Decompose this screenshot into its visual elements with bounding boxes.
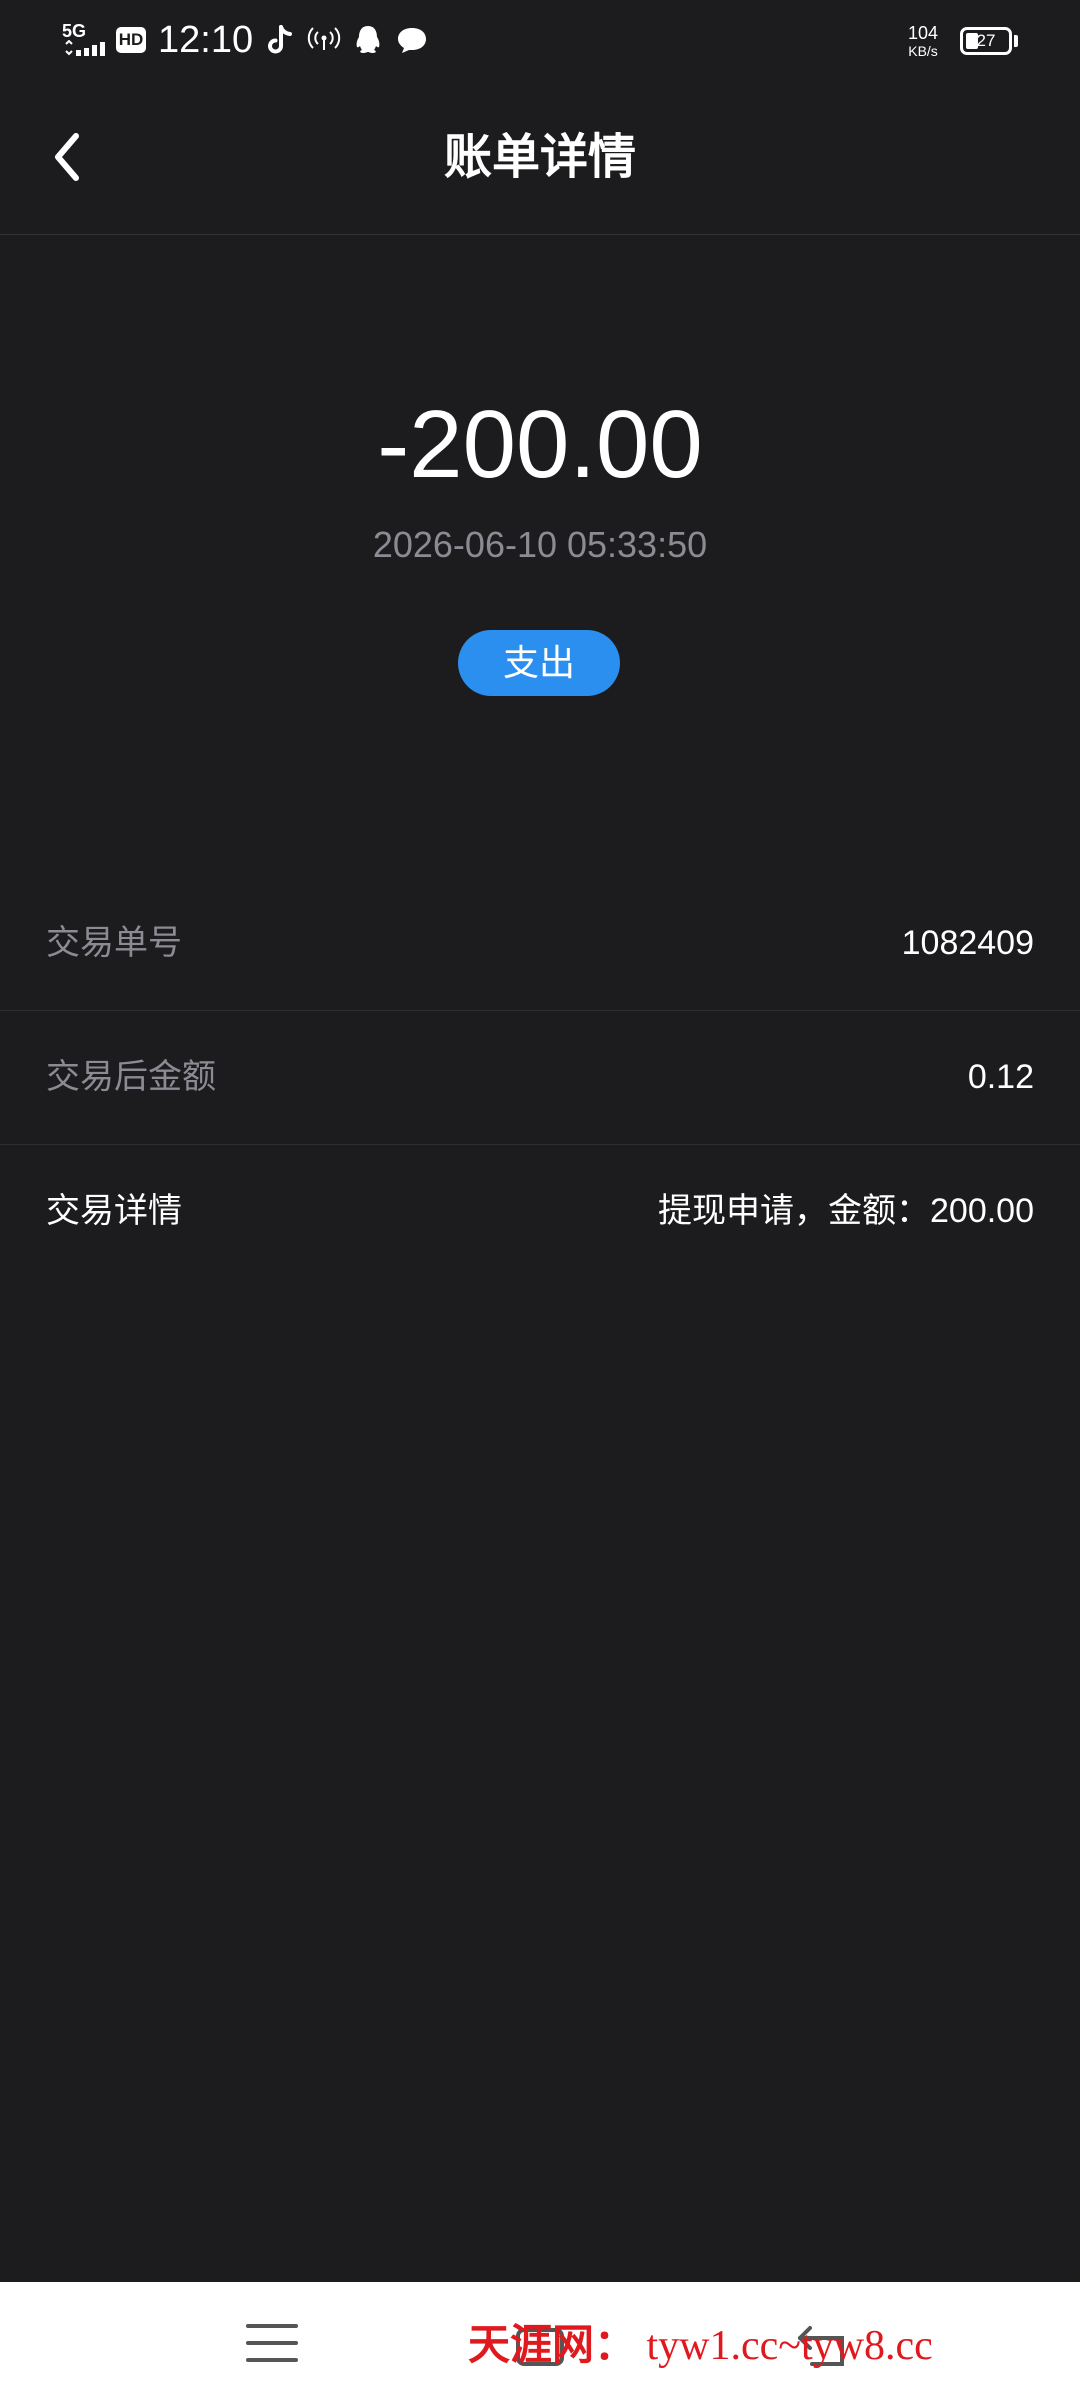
detail-label: 交易详情 xyxy=(46,1192,182,1230)
network-speed: 104 KB/s xyxy=(908,24,938,60)
app-header: 账单详情 xyxy=(0,80,1080,235)
signal-icon xyxy=(65,40,105,56)
hotspot-icon xyxy=(307,27,341,50)
detail-label: 交易后金额 xyxy=(46,1058,216,1096)
detail-value: 0.12 xyxy=(967,1058,1034,1096)
watermark: 天涯网： tyw1.cc~tyw8.cc xyxy=(468,2318,1080,2378)
chat-bubble-icon xyxy=(398,28,426,53)
transaction-amount: -200.00 xyxy=(377,391,703,498)
battery-tip xyxy=(1014,35,1018,47)
hd-icon: HD xyxy=(116,27,146,53)
detail-row-description: 交易详情 提现申请，金额：200.00 xyxy=(0,1144,1080,1278)
transaction-type-badge: 支出 xyxy=(458,630,620,696)
speed-value: 104 xyxy=(908,23,939,43)
detail-row-order-number: 交易单号 1082409 xyxy=(0,876,1080,1011)
detail-label: 交易单号 xyxy=(46,924,182,962)
watermark-site-name: 天涯网： xyxy=(468,2323,637,2369)
tiktok-icon xyxy=(268,25,292,54)
speed-unit: KB/s xyxy=(908,43,938,59)
detail-row-balance-after: 交易后金额 0.12 xyxy=(0,1010,1080,1145)
transaction-datetime: 2026-06-10 05:33:50 xyxy=(372,524,708,565)
qq-icon xyxy=(356,26,380,53)
clock: 12:10 xyxy=(158,19,254,61)
battery-icon: 27 xyxy=(960,27,1012,55)
network-type: 5G xyxy=(62,21,87,41)
menu-icon[interactable] xyxy=(244,2320,300,2366)
battery-level: 27 xyxy=(976,31,996,50)
system-nav-bar: 天涯网： tyw1.cc~tyw8.cc xyxy=(0,2282,1080,2408)
page-title: 账单详情 xyxy=(443,131,636,184)
detail-value: 提现申请，金额：200.00 xyxy=(658,1192,1034,1230)
detail-value: 1082409 xyxy=(901,924,1034,962)
status-bar: 5G HD 12:10 104 KB/s 27 xyxy=(0,0,1080,80)
watermark-url: tyw1.cc~tyw8.cc xyxy=(646,2323,933,2369)
